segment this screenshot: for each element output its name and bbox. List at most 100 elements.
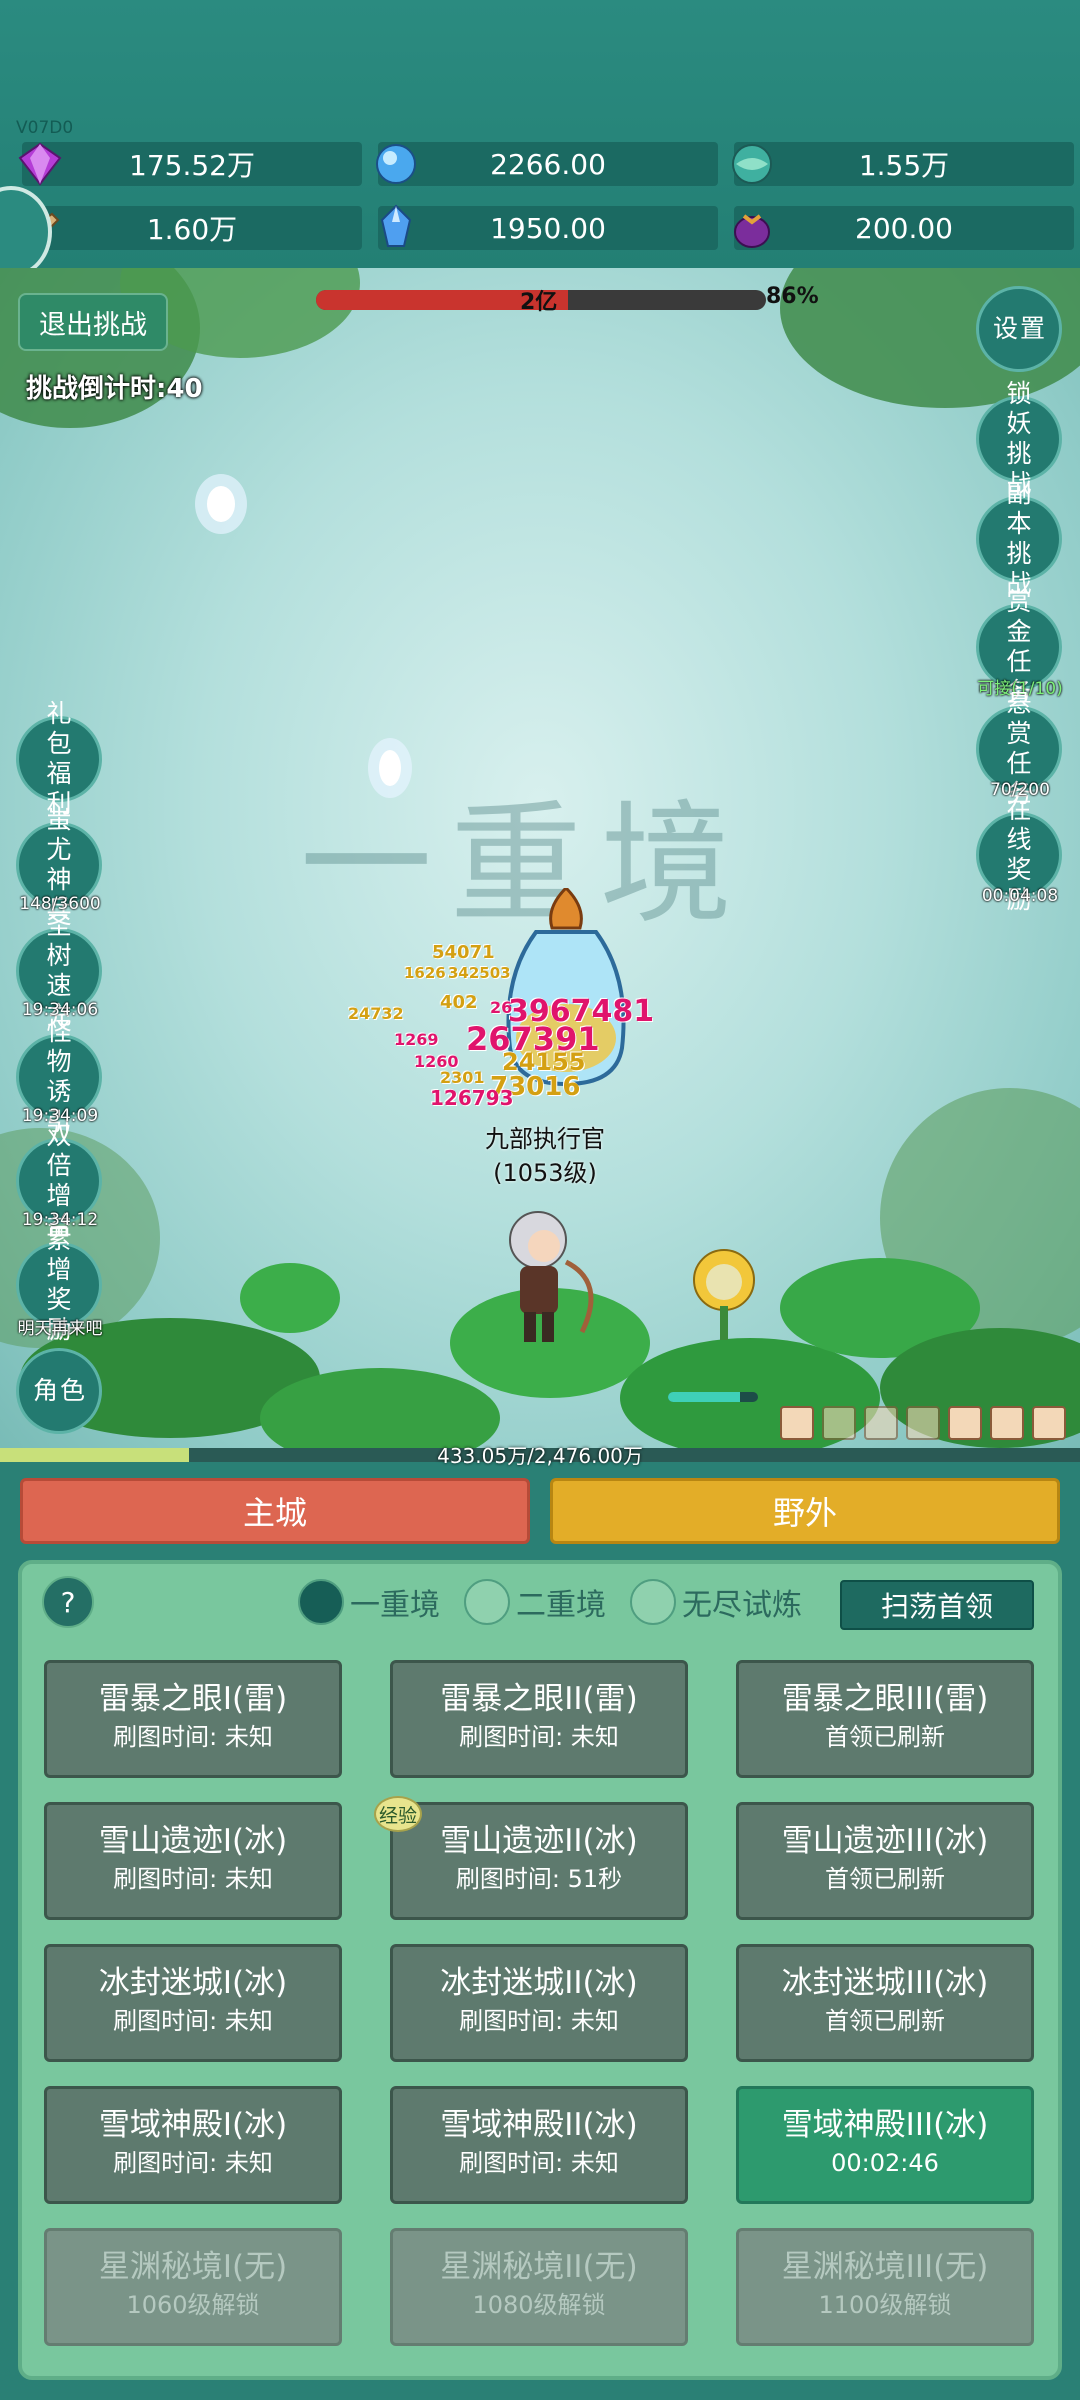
resource-horns[interactable]: 1.60万 bbox=[20, 206, 362, 250]
skill-slot-icon[interactable] bbox=[864, 1406, 898, 1440]
stage-title: 冰封迷城II(冰) bbox=[440, 1965, 638, 2001]
realm-option-1[interactable]: 一重境 bbox=[298, 1576, 440, 1628]
purple-pouch-icon bbox=[734, 214, 770, 248]
stage-button[interactable]: 冰封迷城III(冰) 首领已刷新 bbox=[736, 1944, 1034, 2062]
stage-button[interactable]: 冰封迷城I(冰) 刷图时间: 未知 bbox=[44, 1944, 342, 2062]
stage-title: 雪域神殿III(冰) bbox=[781, 2107, 989, 2143]
stage-title: 雪域神殿II(冰) bbox=[440, 2107, 638, 2143]
stage-button[interactable]: 雪山遗迹II(冰) 刷图时间: 51秒 bbox=[390, 1802, 688, 1920]
realm-option-label: 无尽试炼 bbox=[682, 1588, 802, 1623]
stage-button[interactable]: 雷暴之眼II(雷) 刷图时间: 未知 bbox=[390, 1660, 688, 1778]
stage-title: 雷暴之眼III(雷) bbox=[781, 1681, 989, 1717]
exp-text: 433.05万/2,476.00万 bbox=[437, 1444, 643, 1468]
lock-demon-challenge-button[interactable]: 锁妖挑战 bbox=[976, 379, 1062, 498]
skill-slot-icon[interactable] bbox=[948, 1406, 982, 1440]
resource-value: 2266.00 bbox=[490, 147, 606, 181]
stage-status: 首领已刷新 bbox=[825, 1723, 945, 1751]
skill-slot-icon[interactable] bbox=[1032, 1406, 1066, 1440]
resource-pouches[interactable]: 200.00 bbox=[734, 206, 1074, 250]
blue-crystal-icon bbox=[380, 204, 412, 247]
resource-bar: V07D0 175.52万 2266.00 1.55万 1.60万 1950.0… bbox=[0, 0, 1080, 268]
dungeon-challenge-button[interactable]: 副本挑战 bbox=[976, 479, 1062, 598]
resource-value: 200.00 bbox=[855, 211, 953, 245]
resource-crystals[interactable]: 1950.00 bbox=[378, 204, 718, 250]
stage-status: 刷图时间: 未知 bbox=[459, 1723, 619, 1751]
main-city-tab[interactable]: 主城 bbox=[20, 1478, 530, 1544]
character-button[interactable]: 角色 bbox=[16, 1348, 102, 1434]
exit-challenge-button[interactable]: 退出挑战 bbox=[18, 293, 168, 351]
realm-option-3[interactable]: 无尽试炼 bbox=[630, 1576, 802, 1628]
damage-number: 402 bbox=[440, 992, 478, 1013]
stage-button[interactable]: 雷暴之眼I(雷) 刷图时间: 未知 bbox=[44, 1660, 342, 1778]
boss-level: (1053级) bbox=[493, 1159, 597, 1187]
character-label: 角色 bbox=[32, 1376, 87, 1405]
boss-name: 九部执行官 bbox=[485, 1125, 605, 1153]
bush bbox=[240, 1263, 340, 1333]
stage-title: 雪域神殿I(冰) bbox=[98, 2107, 288, 2143]
damage-number: 24732 bbox=[348, 1004, 404, 1023]
skill-slot-icon[interactable] bbox=[780, 1406, 814, 1440]
stage-title: 冰封迷城I(冰) bbox=[98, 1965, 288, 2001]
help-button[interactable]: ? bbox=[42, 1576, 94, 1628]
stage-status: 首领已刷新 bbox=[825, 2007, 945, 2035]
resource-gems[interactable]: 175.52万 bbox=[18, 142, 362, 186]
damage-number: 54071 bbox=[432, 942, 495, 963]
stage-button[interactable]: 冰封迷城II(冰) 刷图时间: 未知 bbox=[390, 1944, 688, 2062]
stage-button[interactable]: 雪山遗迹III(冰) 首领已刷新 bbox=[736, 1802, 1034, 1920]
purple-gem-icon bbox=[18, 142, 62, 186]
stage-status: 刷图时间: 未知 bbox=[113, 2149, 273, 2177]
stage-title: 雪山遗迹III(冰) bbox=[781, 1823, 989, 1859]
gift-welfare-button[interactable]: 礼包福利 bbox=[16, 699, 102, 818]
dungeon-challenge-label: 副本挑战 bbox=[1006, 479, 1038, 598]
challenge-countdown: 挑战倒计时:40 bbox=[26, 374, 203, 404]
stage-button[interactable]: 雷暴之眼III(雷) 首领已刷新 bbox=[736, 1660, 1034, 1778]
resource-value: 1.60万 bbox=[146, 213, 238, 246]
cumulative-reward-status: 明天再来吧 bbox=[17, 1319, 103, 1339]
online-reward-timer: 00:04:08 bbox=[981, 886, 1059, 906]
radio-dot bbox=[464, 1579, 510, 1625]
stage-unlock-requirement: 1100级解锁 bbox=[818, 2291, 952, 2319]
damage-number: 2301 bbox=[440, 1068, 485, 1087]
stage-button-locked[interactable]: 星渊秘境I(无) 1060级解锁 bbox=[44, 2228, 342, 2346]
skill-slot-icon[interactable] bbox=[990, 1406, 1024, 1440]
sweep-boss-button[interactable]: 扫荡首领 bbox=[840, 1580, 1034, 1630]
stage-title: 星渊秘境I(无) bbox=[98, 2249, 288, 2285]
settings-label: 设置 bbox=[992, 314, 1047, 343]
stage-title: 雪山遗迹II(冰) bbox=[440, 1823, 638, 1859]
stage-title: 雷暴之眼II(雷) bbox=[440, 1681, 638, 1717]
blue-orb-icon bbox=[376, 144, 416, 184]
skill-slot-icon[interactable] bbox=[822, 1406, 856, 1440]
realm-option-label: 一重境 bbox=[350, 1588, 440, 1623]
teal-globe-icon bbox=[732, 144, 772, 184]
stage-button-locked[interactable]: 星渊秘境II(无) 1080级解锁 bbox=[390, 2228, 688, 2346]
wild-tab[interactable]: 野外 bbox=[550, 1478, 1060, 1544]
stage-status: 刷图时间: 未知 bbox=[459, 2149, 619, 2177]
stage-status: 首领已刷新 bbox=[825, 1865, 945, 1893]
stage-title: 雪山遗迹I(冰) bbox=[98, 1823, 288, 1859]
settings-button[interactable]: 设置 bbox=[976, 286, 1062, 372]
stage-title: 星渊秘境II(无) bbox=[440, 2249, 638, 2285]
resource-value: 175.52万 bbox=[129, 149, 255, 182]
stage-button-active[interactable]: 雪域神殿III(冰) 00:02:46 bbox=[736, 2086, 1034, 2204]
damage-number: 1269 bbox=[394, 1030, 439, 1049]
boss-hp-label: 2亿 bbox=[520, 290, 558, 315]
stage-title: 雷暴之眼I(雷) bbox=[98, 1681, 288, 1717]
stage-status: 刷图时间: 未知 bbox=[113, 1723, 273, 1751]
boss-name-label: 九部执行官 (1053级) bbox=[470, 1122, 620, 1190]
skill-slot-icon[interactable] bbox=[906, 1406, 940, 1440]
ice-spirit-icon bbox=[195, 474, 247, 534]
stage-status: 刷图时间: 未知 bbox=[113, 2007, 273, 2035]
damage-number: 126793 bbox=[430, 1086, 514, 1110]
stage-button[interactable]: 雪域神殿II(冰) 刷图时间: 未知 bbox=[390, 2086, 688, 2204]
battle-scene: 一重境 54071 1626 342503 402 26 3967481 267… bbox=[0, 268, 1080, 1458]
stage-button[interactable]: 雪山遗迹I(冰) 刷图时间: 未知 bbox=[44, 1802, 342, 1920]
radio-dot-selected bbox=[298, 1579, 344, 1625]
resource-orbs[interactable]: 2266.00 bbox=[376, 142, 718, 186]
stage-status: 刷图时间: 未知 bbox=[113, 1865, 273, 1893]
realm-option-2[interactable]: 二重境 bbox=[464, 1576, 606, 1628]
resource-globes[interactable]: 1.55万 bbox=[732, 142, 1074, 186]
stage-button[interactable]: 雪域神殿I(冰) 刷图时间: 未知 bbox=[44, 2086, 342, 2204]
gift-welfare-label: 礼包福利 bbox=[46, 699, 78, 818]
damage-number: 1626 bbox=[404, 964, 446, 982]
stage-button-locked[interactable]: 星渊秘境III(无) 1100级解锁 bbox=[736, 2228, 1034, 2346]
